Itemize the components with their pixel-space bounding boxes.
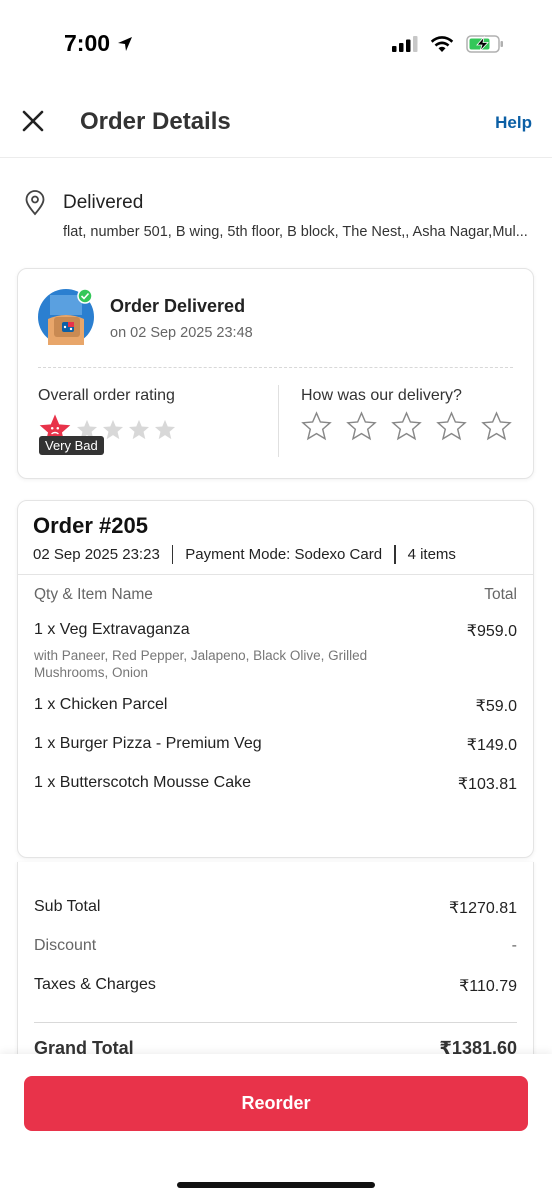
- item-description: with Paneer, Red Pepper, Jalapeno, Black…: [34, 648, 368, 680]
- col-total-header: Total: [484, 586, 517, 603]
- discount-row: Discount -: [34, 937, 517, 955]
- bottom-action-bar: Reorder: [0, 1054, 552, 1200]
- dashed-divider: [38, 367, 513, 368]
- item-price: ₹59.0: [475, 698, 517, 715]
- star-outline-icon[interactable]: [481, 411, 512, 441]
- items-header: Qty & Item Name Total: [34, 586, 517, 604]
- wifi-icon: [430, 36, 454, 52]
- star-empty-icon[interactable]: [128, 419, 150, 440]
- item-price: ₹103.81: [457, 776, 517, 793]
- order-meta: 02 Sep 2025 23:23 Payment Mode: Sodexo C…: [33, 545, 456, 564]
- order-delivered-title: Order Delivered: [110, 296, 246, 316]
- delivery-rating-question: How was our delivery?: [301, 387, 462, 404]
- star-empty-icon[interactable]: [102, 419, 124, 440]
- close-button[interactable]: [20, 108, 46, 134]
- order-summary-card: Order #205 02 Sep 2025 23:23 Payment Mod…: [17, 500, 534, 858]
- item-name: 1 x Veg Extravaganza: [34, 621, 190, 638]
- taxes-label: Taxes & Charges: [34, 976, 156, 993]
- divider: [34, 1022, 517, 1023]
- star-outline-icon[interactable]: [301, 411, 332, 441]
- sub-total-value: ₹1270.81: [448, 900, 517, 917]
- close-icon: [22, 110, 44, 132]
- order-item: 1 x Veg Extravaganza ₹959.0: [34, 621, 517, 641]
- status-time: 7:00: [64, 30, 134, 57]
- rating-badge: Very Bad: [39, 436, 104, 455]
- address-line: flat, number 501, B wing, 5th floor, B b…: [63, 224, 528, 240]
- status-icons: [392, 34, 504, 54]
- location-pin-icon: [25, 190, 45, 216]
- help-link[interactable]: Help: [495, 113, 532, 133]
- item-price: ₹959.0: [466, 623, 517, 640]
- discount-value: -: [511, 937, 517, 954]
- order-item: 1 x Burger Pizza - Premium Veg ₹149.0: [34, 735, 517, 755]
- col-item-header: Qty & Item Name: [34, 586, 153, 603]
- item-name: 1 x Chicken Parcel: [34, 696, 168, 713]
- battery-charging-icon: [466, 35, 503, 53]
- location-arrow-icon: [118, 36, 133, 51]
- star-empty-icon[interactable]: [154, 419, 176, 440]
- order-item: 1 x Butterscotch Mousse Cake ₹103.81: [34, 774, 517, 794]
- order-delivered-date: on 02 Sep 2025 23:48: [110, 325, 253, 341]
- discount-label: Discount: [34, 937, 97, 954]
- delivery-status: Delivered: [63, 192, 144, 213]
- star-outline-icon[interactable]: [346, 411, 377, 441]
- meta-separator: [394, 545, 396, 564]
- order-item: 1 x Chicken Parcel ₹59.0: [34, 696, 517, 716]
- sub-total-label: Sub Total: [34, 898, 101, 915]
- order-delivered-card: Order Delivered on 02 Sep 2025 23:48 Ove…: [17, 268, 534, 479]
- page-title: Order Details: [80, 108, 231, 135]
- taxes-row: Taxes & Charges ₹110.79: [34, 976, 517, 996]
- payment-mode: Payment Mode: Sodexo Card: [185, 546, 383, 563]
- order-datetime: 02 Sep 2025 23:23: [33, 546, 160, 563]
- divider: [18, 574, 533, 575]
- cellular-signal-icon: [392, 36, 418, 52]
- item-price: ₹149.0: [466, 737, 517, 754]
- overall-rating-label: Overall order rating: [38, 387, 175, 404]
- item-name: 1 x Burger Pizza - Premium Veg: [34, 735, 262, 752]
- star-outline-icon[interactable]: [391, 411, 422, 441]
- delivery-rating-stars[interactable]: [301, 411, 512, 441]
- home-indicator[interactable]: [177, 1182, 375, 1188]
- vertical-divider: [278, 385, 279, 457]
- status-bar: 7:00: [0, 0, 552, 90]
- meta-separator: [171, 545, 174, 564]
- reorder-button[interactable]: Reorder: [24, 1076, 528, 1131]
- sub-total-row: Sub Total ₹1270.81: [34, 898, 517, 918]
- delivery-bag-avatar-icon: [38, 289, 94, 345]
- clock-text: 7:00: [64, 30, 111, 56]
- items-count: 4 items: [407, 546, 456, 563]
- delivery-address: Delivered flat, number 501, B wing, 5th …: [0, 178, 552, 248]
- order-number: Order #205: [33, 513, 148, 538]
- taxes-value: ₹110.79: [459, 978, 517, 995]
- item-name: 1 x Butterscotch Mousse Cake: [34, 774, 251, 791]
- star-outline-icon[interactable]: [436, 411, 467, 441]
- app-header: Order Details Help: [0, 90, 552, 158]
